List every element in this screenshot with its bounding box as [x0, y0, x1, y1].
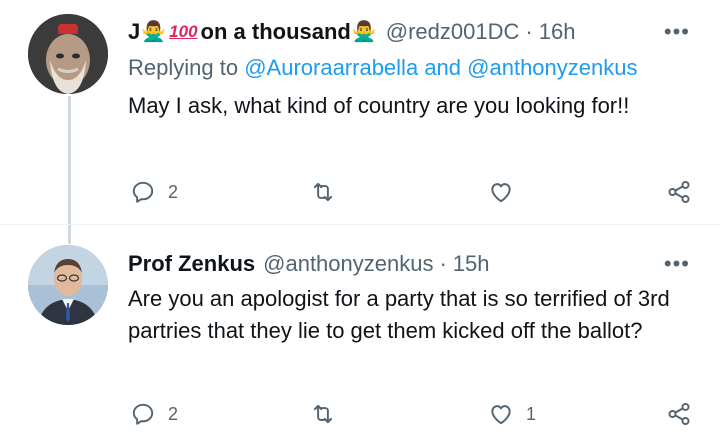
person-gesturing-no-emoji-icon: 🙅‍♂️: [351, 21, 377, 43]
like-count: 1: [526, 403, 537, 424]
more-options-icon[interactable]: •••: [664, 249, 690, 279]
tweet-text: May I ask, what kind of country are you …: [128, 93, 630, 118]
mention-link[interactable]: @Auroraarrabella: [244, 55, 418, 80]
user-handle[interactable]: @redz001DC: [386, 19, 520, 45]
replying-to-label: Replying to: [128, 55, 239, 80]
retweet-icon: [313, 404, 333, 424]
tweet-timestamp[interactable]: 15h: [453, 251, 490, 277]
avatar[interactable]: [28, 245, 108, 325]
reply-icon: [132, 403, 154, 425]
more-options-icon[interactable]: •••: [664, 17, 690, 47]
avatar[interactable]: [28, 14, 108, 94]
tweet-reply-redz001dc[interactable]: J 🙅‍♂️ 100 on a thousand 🙅‍♂️ @redz001DC…: [0, 0, 720, 225]
tweet-header: J 🙅‍♂️ 100 on a thousand 🙅‍♂️ @redz001DC…: [128, 17, 690, 47]
tweet-actions: 2 1: [128, 397, 698, 431]
reply-count: 2: [168, 403, 179, 424]
display-name[interactable]: J 🙅‍♂️ 100 on a thousand 🙅‍♂️: [128, 19, 378, 45]
hundred-points-emoji-icon: 100: [169, 22, 198, 41]
share-button[interactable]: [666, 175, 692, 209]
share-icon: [668, 180, 690, 204]
tweet-reply-anthonyzenkus[interactable]: Prof Zenkus @anthonyzenkus · 15h ••• Are…: [0, 225, 720, 445]
person-gesturing-no-emoji-icon: 🙅‍♂️: [141, 21, 167, 43]
tweet-text: Are you an apologist for a party that is…: [128, 286, 670, 343]
like-button[interactable]: [488, 175, 526, 209]
like-icon: [491, 183, 511, 203]
display-name[interactable]: Prof Zenkus: [128, 251, 255, 277]
retweet-button[interactable]: [310, 397, 348, 431]
avatar-image: [28, 14, 108, 94]
tweet-timestamp[interactable]: 16h: [539, 19, 576, 45]
mention-and-text: and: [424, 55, 462, 80]
like-icon: [491, 405, 511, 425]
separator-dot: ·: [439, 251, 447, 276]
reply-button[interactable]: 2: [130, 175, 178, 209]
tweet-actions: 2: [128, 175, 698, 209]
user-handle[interactable]: @anthonyzenkus: [263, 251, 433, 277]
reply-icon: [132, 181, 154, 203]
share-icon: [668, 402, 690, 426]
avatar-image: [28, 245, 108, 325]
replying-to-line: Replying to @Auroraarrabella and @anthon…: [128, 55, 637, 81]
reply-button[interactable]: 2: [130, 397, 178, 431]
tweet-header: Prof Zenkus @anthonyzenkus · 15h •••: [128, 249, 690, 279]
share-button[interactable]: [666, 397, 692, 431]
like-button[interactable]: 1: [488, 397, 536, 431]
mention-link[interactable]: @anthonyzenkus: [467, 55, 637, 80]
separator-dot: ·: [525, 19, 533, 44]
reply-count: 2: [168, 181, 179, 202]
retweet-icon: [313, 182, 333, 202]
retweet-button[interactable]: [310, 175, 348, 209]
